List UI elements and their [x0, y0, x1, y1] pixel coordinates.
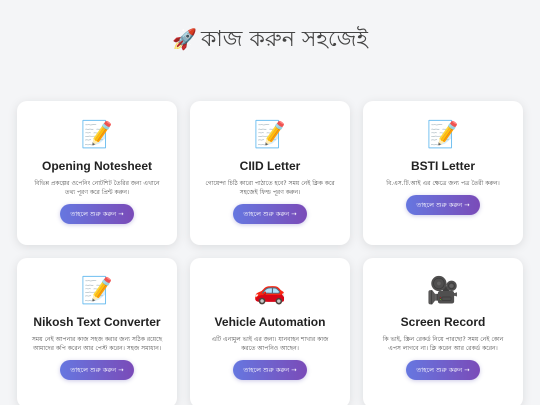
- card-title: Screen Record: [400, 315, 486, 329]
- memo-icon: 📝: [80, 120, 114, 150]
- start-button-ciid-letter[interactable]: তাহলে শুরু করুন →: [233, 204, 307, 224]
- memo-icon: 📝: [426, 120, 460, 150]
- memo-icon: 📝: [80, 276, 114, 306]
- film-camera-icon: 🎥: [426, 276, 460, 306]
- page-title: 🚀 কাজ করুন সহজেই: [0, 22, 540, 59]
- card-title: Nikosh Text Converter: [33, 315, 161, 329]
- card-ciid-letter: 📝 CIID Letter গোয়েন্দা চিঠি কারো পাঠাতে…: [190, 101, 350, 245]
- card-description: গোয়েন্দা চিঠি কারো পাঠাতে হবে? সময় নেই…: [205, 180, 335, 196]
- rocket-icon: 🚀: [172, 27, 197, 51]
- card-bsti-letter: 📝 BSTI Letter বি.এস.টি.আই এর ক্ষেত্রে জন…: [363, 101, 523, 245]
- start-button-screen-record[interactable]: তাহলে শুরু করুন →: [406, 360, 480, 380]
- card-description: এটি এনামুল ভাই এর জন্য। যানবাহন শাখার কা…: [211, 336, 329, 352]
- card-vehicle-automation: 🚗 Vehicle Automation এটি এনামুল ভাই এর জ…: [190, 258, 350, 405]
- start-button-nikosh-text-converter[interactable]: তাহলে শুরু করুন →: [60, 360, 134, 380]
- card-opening-notesheet: 📝 Opening Notesheet বিভিন্ন প্রকল্পের ওপ…: [17, 101, 177, 245]
- page-title-text: কাজ করুন সহজেই: [201, 27, 368, 52]
- card-screen-record: 🎥 Screen Record কি ভাই, স্ক্রিন রেকর্ড ন…: [363, 258, 523, 405]
- card-description: সময় নেই আপনার কাজ সহজ করার জন্য সঠিক রয…: [31, 336, 163, 352]
- car-icon: 🚗: [253, 276, 287, 306]
- card-title: Vehicle Automation: [214, 315, 326, 329]
- start-button-vehicle-automation[interactable]: তাহলে শুরু করুন →: [233, 360, 307, 380]
- card-title: BSTI Letter: [410, 159, 475, 173]
- tool-card-grid: 📝 Opening Notesheet বিভিন্ন প্রকল্পের ওপ…: [17, 101, 523, 405]
- memo-icon: 📝: [253, 120, 287, 150]
- start-button-opening-notesheet[interactable]: তাহলে শুরু করুন →: [60, 204, 134, 224]
- card-nikosh-text-converter: 📝 Nikosh Text Converter সময় নেই আপনার ক…: [17, 258, 177, 405]
- card-description: বি.এস.টি.আই এর ক্ষেত্রে জন্য পত্র তৈরী ক…: [386, 180, 500, 187]
- start-button-bsti-letter[interactable]: তাহলে শুরু করুন →: [406, 195, 480, 215]
- card-title: Opening Notesheet: [41, 159, 152, 173]
- card-title: CIID Letter: [239, 159, 301, 173]
- card-description: কি ভাই, স্ক্রিন রেকর্ড নিয়ে পারছো? সময়…: [382, 336, 504, 352]
- card-description: বিভিন্ন প্রকল্পের ওপেনিং নোটশিট তৈরির জন…: [34, 180, 160, 196]
